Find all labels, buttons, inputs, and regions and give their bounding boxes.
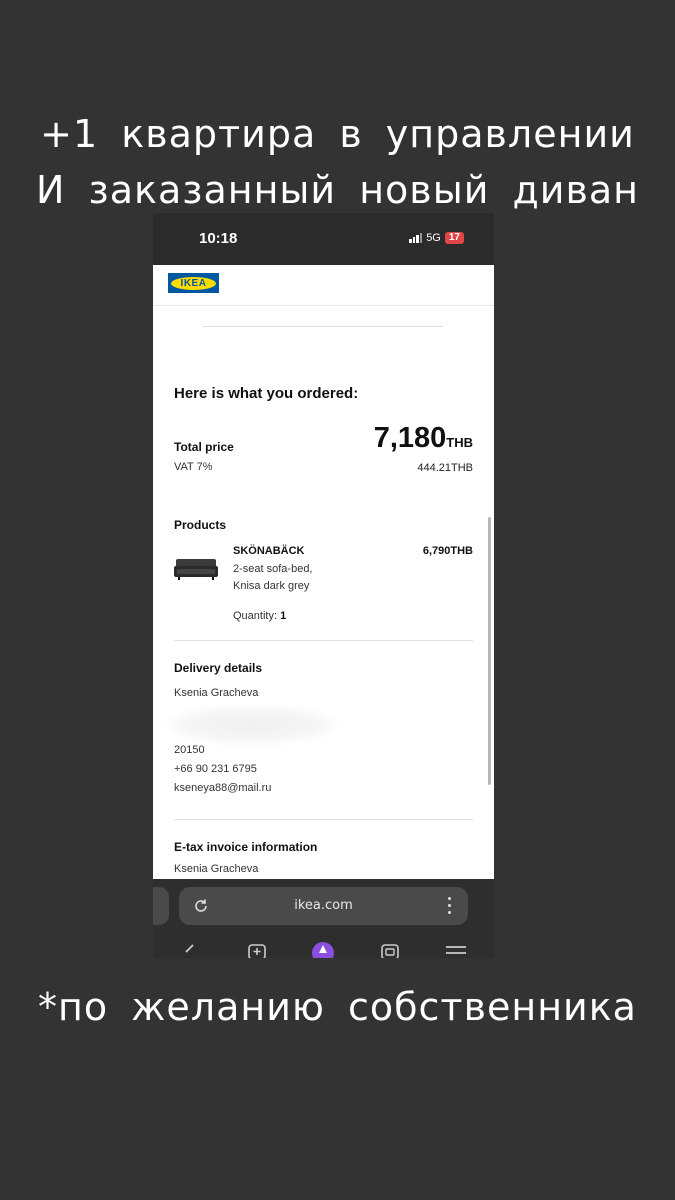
- phone-screenshot: 10:18 5G 17 IKEA Here is what you ordere…: [153, 213, 494, 958]
- tabs-icon[interactable]: [380, 939, 400, 958]
- previous-tab[interactable]: [153, 887, 169, 925]
- battery-badge: 17: [444, 232, 464, 244]
- quantity-value: 1: [280, 610, 287, 622]
- divider: [174, 640, 473, 641]
- redaction-blur: [167, 705, 337, 745]
- caption-line-2: И заказанный новый диван: [36, 168, 639, 212]
- assistant-icon[interactable]: [311, 939, 335, 958]
- product-quantity: Quantity: 1: [233, 610, 286, 622]
- etax-name: Ksenia Gracheva: [174, 863, 259, 875]
- ikea-order-page[interactable]: IKEA Here is what you ordered: Total pri…: [153, 265, 494, 879]
- status-indicators: 5G 17: [409, 232, 464, 244]
- url-field[interactable]: ikea.com: [179, 887, 468, 925]
- divider: [174, 819, 473, 820]
- divider: [203, 326, 443, 327]
- vat-label: VAT 7%: [174, 461, 213, 473]
- product-price: 6,790THB: [422, 545, 473, 557]
- product-desc-line-1: 2-seat sofa-bed,: [233, 563, 313, 575]
- network-label: 5G: [426, 232, 441, 244]
- quantity-label: Quantity:: [233, 610, 278, 622]
- ikea-header: IKEA: [153, 265, 494, 306]
- ikea-logo[interactable]: IKEA: [168, 273, 219, 293]
- total-price-label: Total price: [174, 440, 234, 454]
- total-amount: 7,180: [373, 422, 447, 454]
- scrollbar[interactable]: [488, 517, 491, 785]
- sofa-image[interactable]: [174, 557, 218, 581]
- hamburger-menu-icon[interactable]: [445, 939, 467, 958]
- products-label: Products: [174, 518, 227, 532]
- vat-value: 444.21THB: [417, 462, 473, 474]
- caption-top: +1 квартира в управлении И заказанный но…: [0, 106, 675, 218]
- caption-bottom: *по желанию собственника: [38, 985, 637, 1029]
- ikea-logo-text: IKEA: [171, 276, 216, 290]
- total-price-value: 7,180THB: [374, 422, 473, 455]
- product-description: 2-seat sofa-bed, Knisa dark grey: [233, 561, 343, 595]
- status-bar: 10:18 5G 17: [153, 213, 494, 265]
- delivery-phone: +66 90 231 6795: [174, 763, 257, 775]
- browser-address-bar: ikea.com: [153, 879, 494, 939]
- delivery-name: Ksenia Gracheva: [174, 687, 259, 699]
- url-text[interactable]: ikea.com: [179, 898, 468, 913]
- signal-icon: [409, 233, 423, 243]
- order-heading: Here is what you ordered:: [174, 385, 359, 402]
- browser-nav-bar: [153, 939, 494, 958]
- new-tab-icon[interactable]: [247, 939, 267, 958]
- product-name[interactable]: SKÖNABÄCK: [233, 545, 305, 557]
- back-icon[interactable]: [181, 939, 197, 958]
- product-desc-line-2: Knisa dark grey: [233, 580, 310, 592]
- caption-line-1: +1 квартира в управлении: [40, 112, 635, 156]
- delivery-email: kseneya88@mail.ru: [174, 782, 272, 794]
- total-currency: THB: [446, 435, 473, 450]
- more-vert-icon[interactable]: [448, 897, 452, 918]
- etax-label: E-tax invoice information: [174, 840, 318, 854]
- delivery-details-label: Delivery details: [174, 661, 263, 675]
- status-time: 10:18: [199, 230, 238, 247]
